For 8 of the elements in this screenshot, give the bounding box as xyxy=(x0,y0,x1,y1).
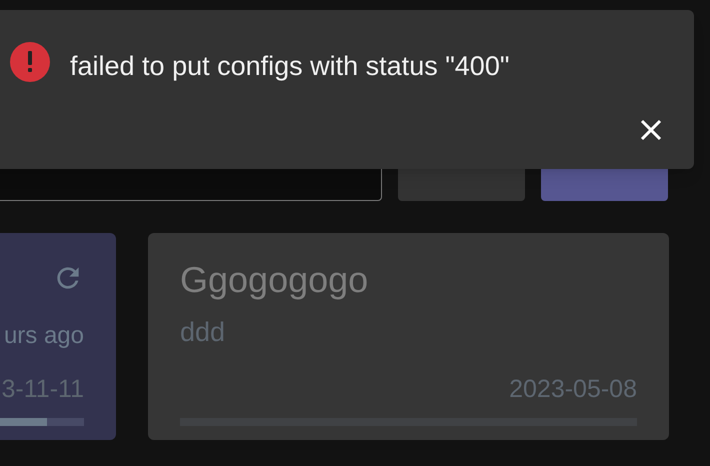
config-card[interactable]: Ggogogogo ddd 2023-05-08 xyxy=(148,233,669,440)
card-title: Ggogogogo xyxy=(180,258,370,302)
card-date: 2023-05-08 xyxy=(508,374,637,404)
error-icon xyxy=(10,42,50,82)
close-icon[interactable] xyxy=(639,118,663,142)
toast-message: failed to put configs with status "400" xyxy=(70,50,510,83)
updated-time: urs ago xyxy=(2,321,84,351)
card-description: ddd xyxy=(180,316,226,349)
